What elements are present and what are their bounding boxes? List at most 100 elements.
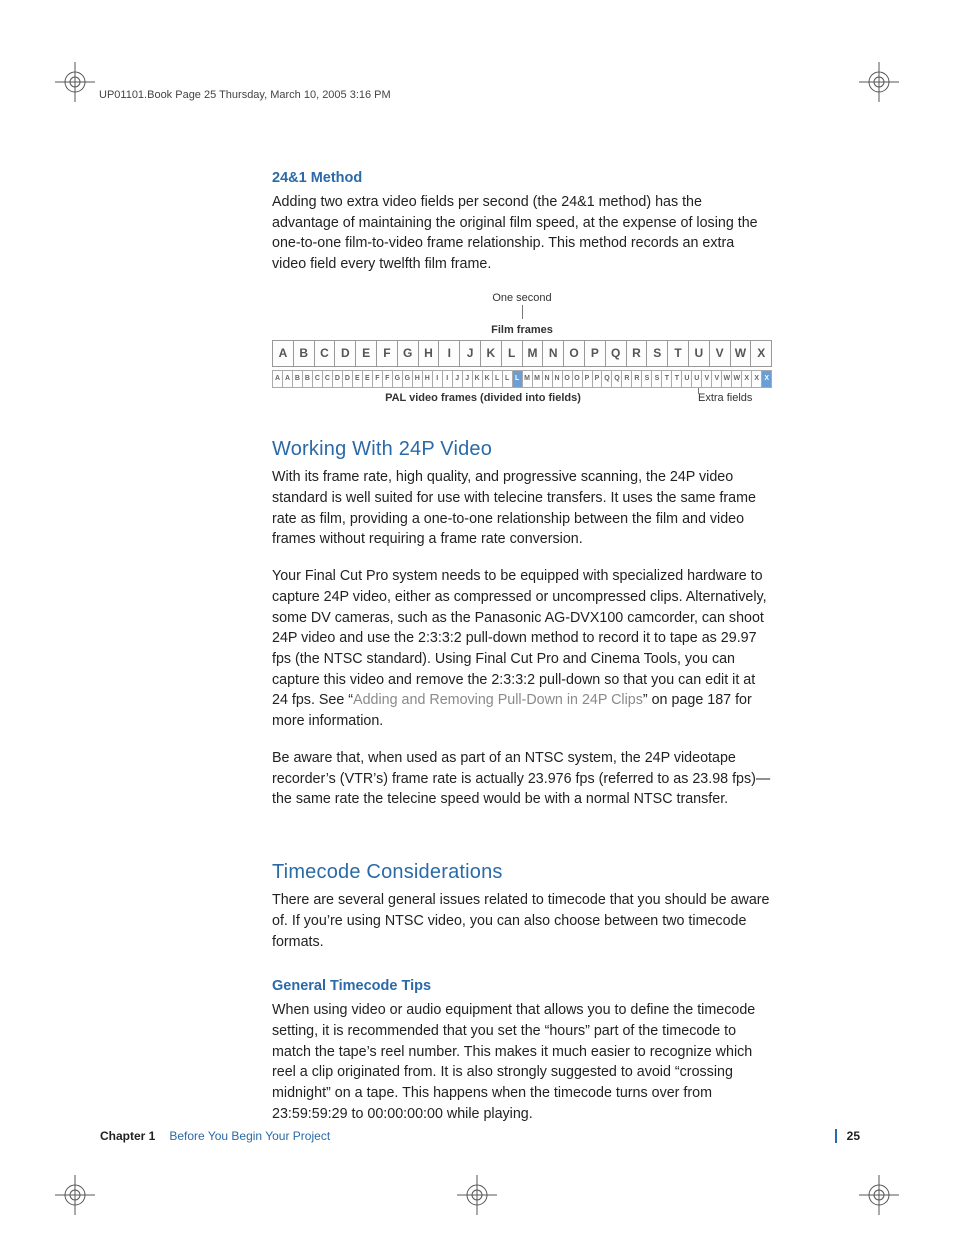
reg-mark-bc [457,1175,497,1215]
video-field: P [583,371,593,387]
chapter-name: Before You Begin Your Project [169,1129,330,1143]
section-24p-p3: Be aware that, when used as part of an N… [272,748,772,810]
film-cell: J [460,341,481,366]
video-field: M [523,371,533,387]
video-field-extra: L [513,371,523,387]
video-field: D [343,371,353,387]
section-tips-p1: When using video or audio equipment that… [272,1000,772,1124]
film-cell: A [273,341,294,366]
video-field: L [493,371,503,387]
section-tips-title: General Timecode Tips [272,976,772,997]
film-cell: F [377,341,398,366]
video-field: L [503,371,513,387]
video-field: K [483,371,493,387]
video-field: H [423,371,433,387]
section-24p-p1: With its frame rate, high quality, and p… [272,467,772,550]
film-cell: H [419,341,440,366]
video-field: M [533,371,543,387]
video-field: F [373,371,383,387]
video-field: N [543,371,553,387]
video-field: K [473,371,483,387]
film-cell: T [668,341,689,366]
video-field: V [712,371,722,387]
film-cell: E [356,341,377,366]
video-field: C [313,371,323,387]
video-field: U [682,371,692,387]
film-cell: X [751,341,771,366]
video-field: B [293,371,303,387]
video-field: Q [612,371,622,387]
video-field: E [363,371,373,387]
reg-mark-br [859,1175,899,1215]
video-field: R [632,371,642,387]
film-cell: B [294,341,315,366]
video-field: A [283,371,293,387]
video-field: E [353,371,363,387]
reg-mark-bl [55,1175,95,1215]
video-field: V [702,371,712,387]
video-field: N [553,371,563,387]
video-field: G [403,371,413,387]
video-field: T [662,371,672,387]
video-field: G [393,371,403,387]
section-timecode-p1: There are several general issues related… [272,890,772,952]
film-cell: G [398,341,419,366]
extra-fields-label: Extra fields [698,392,752,404]
film-cell: V [710,341,731,366]
reg-mark-tr [859,62,899,102]
chapter-label: Chapter 1 [100,1129,155,1143]
section-24p-p2a: Your Final Cut Pro system needs to be eq… [272,568,767,708]
video-field: U [692,371,702,387]
video-field: X [742,371,752,387]
film-cell: S [647,341,668,366]
film-cell: C [315,341,336,366]
video-field: J [463,371,473,387]
pal-frames-label: PAL video frames (divided into fields) [272,391,694,407]
reg-mark-tl [55,62,95,102]
film-cell: R [627,341,648,366]
video-field: X [752,371,762,387]
section-24and1-body: Adding two extra video fields per second… [272,192,772,275]
diagram-24and1: One second Film frames ABCDEFGHIJKLMNOPQ… [272,291,772,407]
section-24p-p2: Your Final Cut Pro system needs to be eq… [272,566,772,732]
film-cell: D [335,341,356,366]
video-field: S [642,371,652,387]
page-number: 25 [835,1129,860,1143]
film-cell: L [502,341,523,366]
xref-pulldown[interactable]: Adding and Removing Pull-Down in 24P Cli… [353,692,643,708]
film-cell: K [481,341,502,366]
section-24p-title: Working With 24P Video [272,435,772,464]
video-field: P [593,371,603,387]
video-field: O [563,371,573,387]
film-cell: I [439,341,460,366]
section-24and1-title: 24&1 Method [272,168,772,189]
video-field: W [732,371,742,387]
film-frames-row: ABCDEFGHIJKLMNOPQRSTUVWX [272,340,772,367]
video-fields-row: AABBCCDDEEFFGGHHIIJJKKLLLMMNNOOPPQQRRSST… [272,370,772,388]
extra-tick [698,388,699,394]
video-field-extra: X [762,371,771,387]
film-cell: M [523,341,544,366]
video-field: B [303,371,313,387]
video-field: T [672,371,682,387]
video-field: A [273,371,283,387]
film-cell: O [564,341,585,366]
section-timecode-title: Timecode Considerations [272,858,772,887]
video-field: W [722,371,732,387]
video-field: R [622,371,632,387]
video-field: S [652,371,662,387]
video-field: I [433,371,443,387]
video-field: D [333,371,343,387]
film-cell: P [585,341,606,366]
one-second-tick [522,305,523,319]
video-field: F [383,371,393,387]
film-cell: Q [606,341,627,366]
video-field: Q [602,371,612,387]
video-field: H [413,371,423,387]
video-field: C [323,371,333,387]
video-field: J [453,371,463,387]
film-cell: W [731,341,752,366]
film-cell: U [689,341,710,366]
film-frames-label: Film frames [272,323,772,339]
film-cell: N [543,341,564,366]
